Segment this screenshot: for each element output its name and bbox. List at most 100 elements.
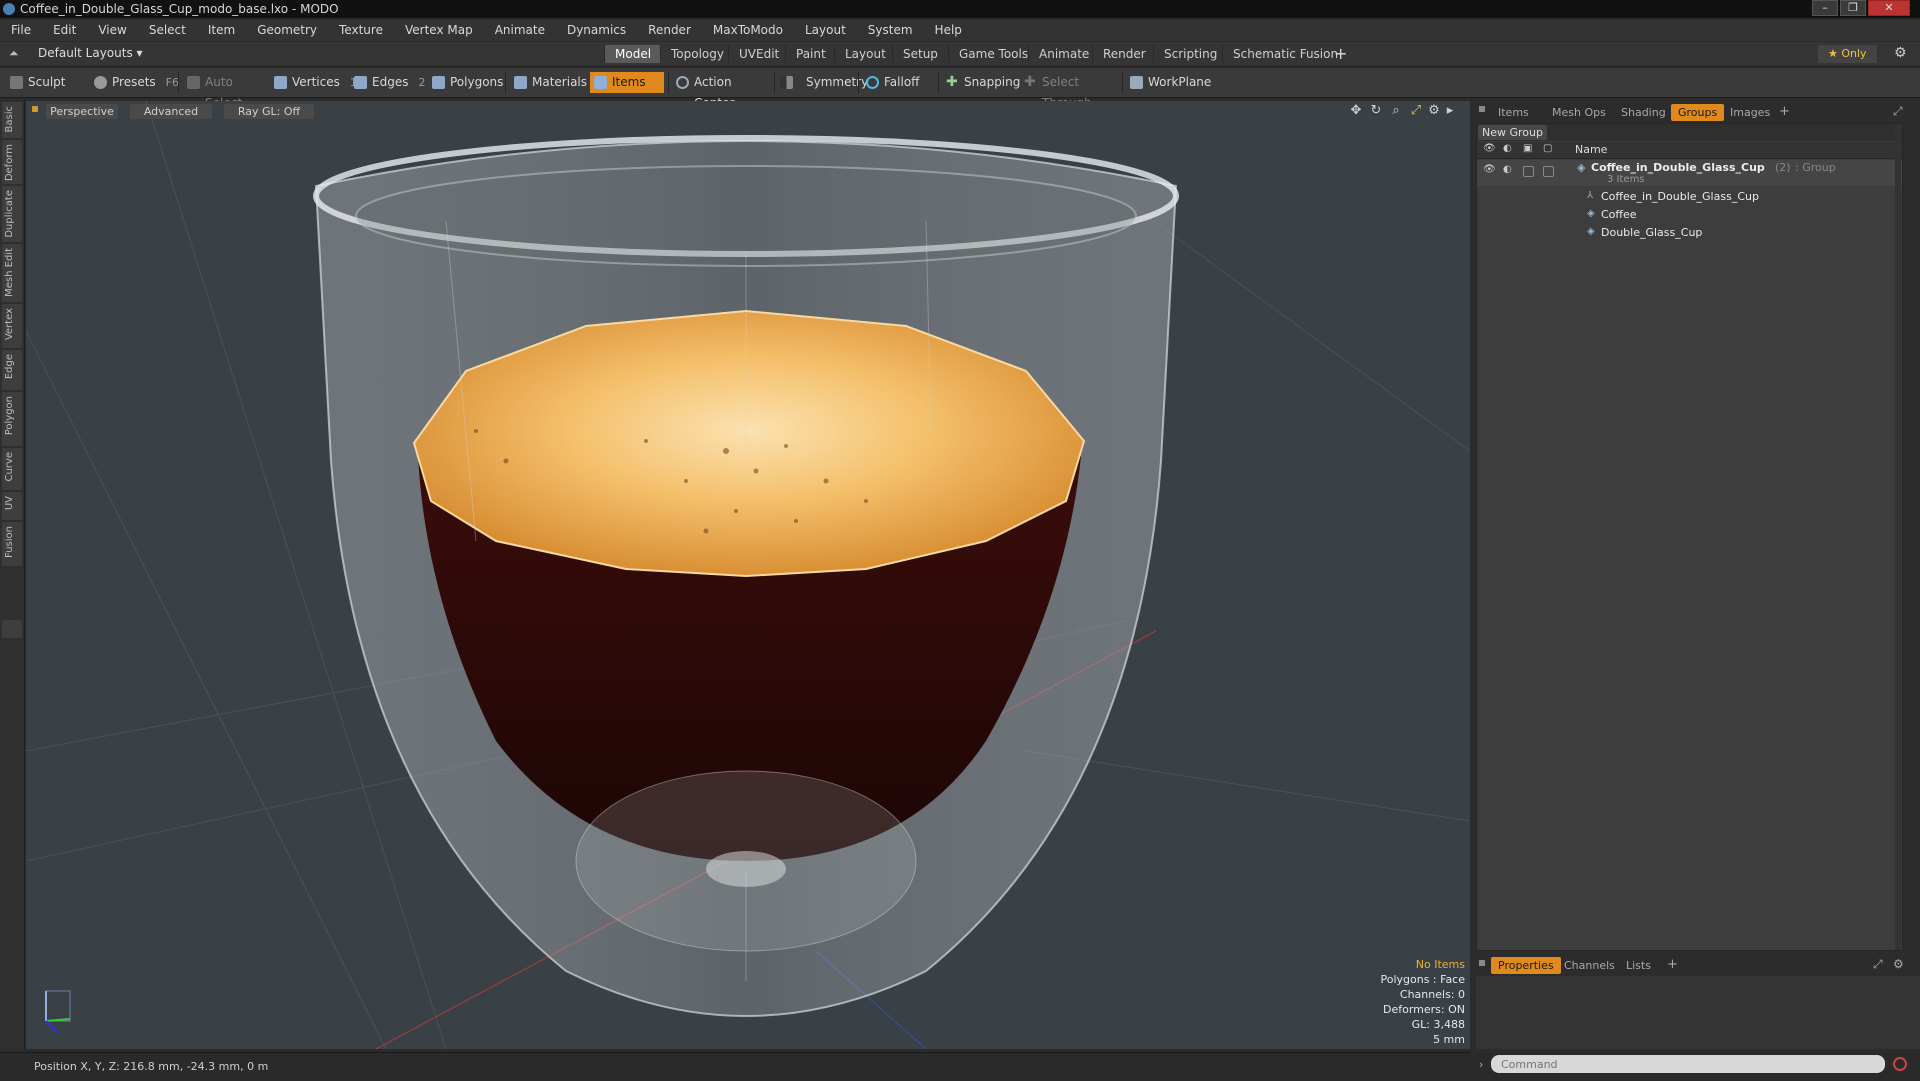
side-tab-curve[interactable]: Curve xyxy=(2,448,22,490)
tab-groups[interactable]: Groups xyxy=(1671,104,1725,121)
command-input[interactable] xyxy=(1491,1055,1885,1073)
group-row[interactable]: 👁 ◐ ◈ Coffee_in_Double_Glass_Cup (2) : G… xyxy=(1477,160,1902,186)
add-bottom-tab-button[interactable]: + xyxy=(1667,957,1678,972)
select-column-icon[interactable]: ▢ xyxy=(1543,143,1552,154)
side-tab-extra[interactable] xyxy=(2,620,22,638)
tab-topology[interactable]: Topology xyxy=(660,45,734,63)
select-through-button[interactable]: ✚ Select Through xyxy=(1020,72,1120,110)
side-tab-fusion[interactable]: Fusion xyxy=(2,522,22,566)
tab-animate[interactable]: Animate xyxy=(1028,45,1099,63)
zoom-view-icon[interactable]: ⌕ xyxy=(1389,104,1403,118)
tab-scripting[interactable]: Scripting xyxy=(1153,45,1227,63)
auto-select-button[interactable]: Auto Select xyxy=(183,72,267,110)
menu-maxtomodo[interactable]: MaxToModo xyxy=(702,20,794,41)
tab-layout[interactable]: Layout xyxy=(834,45,896,63)
tab-schematic-fusion[interactable]: Schematic Fusion xyxy=(1222,45,1348,63)
menu-animate[interactable]: Animate xyxy=(484,20,556,41)
shading-dropdown[interactable]: Advanced xyxy=(130,104,212,119)
falloff-button[interactable]: Falloff xyxy=(862,72,936,93)
fit-view-icon[interactable]: ⤢ xyxy=(1409,104,1423,118)
menu-help[interactable]: Help xyxy=(924,20,973,41)
tab-uvedit[interactable]: UVEdit xyxy=(728,45,789,63)
new-group-button[interactable]: New Group xyxy=(1478,125,1547,140)
menu-layout[interactable]: Layout xyxy=(794,20,857,41)
menu-edit[interactable]: Edit xyxy=(42,20,87,41)
presets-button[interactable]: Presets F6 xyxy=(90,72,179,93)
list-item[interactable]: ◈ Coffee xyxy=(1477,206,1902,224)
properties-menu-icon[interactable] xyxy=(1479,960,1485,966)
tab-lists[interactable]: Lists xyxy=(1619,957,1658,974)
view-mode-dropdown[interactable]: Perspective xyxy=(46,104,118,119)
layout-collapse-icon[interactable]: ⏶ xyxy=(9,46,19,61)
panel-menu-icon[interactable] xyxy=(1479,106,1485,112)
record-icon[interactable] xyxy=(1893,1057,1907,1071)
side-tab-polygon[interactable]: Polygon xyxy=(2,392,22,446)
raygl-dropdown[interactable]: Ray GL: Off xyxy=(224,104,314,119)
side-tab-deform[interactable]: Deform xyxy=(2,140,22,184)
tab-items[interactable]: Items xyxy=(1491,104,1536,121)
name-column-header[interactable]: Name xyxy=(1575,143,1607,156)
items-button[interactable]: Items xyxy=(590,72,664,93)
properties-gear-icon[interactable]: ⚙ xyxy=(1893,957,1904,971)
side-tab-duplicate[interactable]: Duplicate xyxy=(2,186,22,242)
add-tab-button[interactable]: + xyxy=(1779,104,1790,119)
menu-render[interactable]: Render xyxy=(637,20,702,41)
viewport-settings-icon[interactable]: ⚙ xyxy=(1427,104,1441,118)
menu-view[interactable]: View xyxy=(87,20,137,41)
add-layout-button[interactable]: + xyxy=(1334,44,1347,63)
tab-channels[interactable]: Channels xyxy=(1557,957,1622,974)
action-center-button[interactable]: Action Center xyxy=(672,72,772,110)
side-tab-edge[interactable]: Edge xyxy=(2,350,22,390)
menu-dynamics[interactable]: Dynamics xyxy=(556,20,637,41)
select-checkbox[interactable] xyxy=(1543,166,1554,177)
render-toggle-icon[interactable]: ◐ xyxy=(1503,164,1512,175)
menu-system[interactable]: System xyxy=(857,20,924,41)
edges-button[interactable]: Edges 2 xyxy=(350,72,430,93)
menu-item[interactable]: Item xyxy=(197,20,246,41)
side-tab-vertex[interactable]: Vertex xyxy=(2,304,22,348)
close-button[interactable]: ✕ xyxy=(1868,0,1910,16)
gear-icon[interactable]: ⚙ xyxy=(1894,45,1907,61)
minimize-button[interactable]: – xyxy=(1812,0,1838,16)
list-scrollbar[interactable] xyxy=(1895,124,1901,950)
tab-paint[interactable]: Paint xyxy=(785,45,836,63)
tab-properties[interactable]: Properties xyxy=(1491,957,1561,974)
menu-select[interactable]: Select xyxy=(138,20,197,41)
render-column-icon[interactable]: ◐ xyxy=(1503,143,1512,154)
list-item[interactable]: ◈ Double_Glass_Cup xyxy=(1477,224,1902,242)
polygons-button[interactable]: Polygons xyxy=(428,72,503,93)
eye-icon[interactable]: 👁 xyxy=(1483,164,1496,175)
side-tab-uv[interactable]: UV xyxy=(2,492,22,520)
menu-geometry[interactable]: Geometry xyxy=(246,20,328,41)
menu-vertex-map[interactable]: Vertex Map xyxy=(394,20,484,41)
tab-shading[interactable]: Shading xyxy=(1614,104,1673,121)
maximize-button[interactable]: ❐ xyxy=(1840,0,1866,16)
layout-selector[interactable]: Default Layouts ▾ xyxy=(38,46,143,60)
sculpt-button[interactable]: Sculpt xyxy=(6,72,86,93)
tab-mesh-ops[interactable]: Mesh Ops xyxy=(1545,104,1613,121)
viewport-menu-icon[interactable] xyxy=(32,106,38,112)
rotate-view-icon[interactable]: ↻ xyxy=(1369,104,1383,118)
expand-properties-icon[interactable]: ⤢ xyxy=(1873,957,1883,972)
menu-texture[interactable]: Texture xyxy=(328,20,394,41)
only-toggle[interactable]: ★ Only xyxy=(1818,45,1877,63)
tab-images[interactable]: Images xyxy=(1723,104,1777,121)
expand-panel-icon[interactable]: ⤢ xyxy=(1893,104,1903,119)
tab-model[interactable]: Model xyxy=(604,45,662,63)
list-item[interactable]: ⅄ Coffee_in_Double_Glass_Cup xyxy=(1477,188,1902,206)
lock-column-icon[interactable]: ▣ xyxy=(1523,143,1532,154)
tab-game-tools[interactable]: Game Tools xyxy=(948,45,1038,63)
materials-button[interactable]: Materials xyxy=(510,72,588,93)
workplane-button[interactable]: WorkPlane xyxy=(1126,72,1216,93)
side-tab-basic[interactable]: Basic xyxy=(2,102,22,138)
viewport-expand-icon[interactable]: ▸ xyxy=(1443,104,1457,118)
visibility-column-icon[interactable]: 👁 xyxy=(1483,143,1496,154)
vertices-button[interactable]: Vertices1 xyxy=(270,72,357,93)
lock-checkbox[interactable] xyxy=(1523,166,1534,177)
tab-setup[interactable]: Setup xyxy=(892,45,948,63)
menu-file[interactable]: File xyxy=(0,20,42,41)
side-tab-mesh-edit[interactable]: Mesh Edit xyxy=(2,244,22,302)
3d-viewport[interactable] xyxy=(26,101,1470,1049)
symmetry-button[interactable]: Symmetry xyxy=(776,72,868,93)
tab-render[interactable]: Render xyxy=(1092,45,1156,63)
